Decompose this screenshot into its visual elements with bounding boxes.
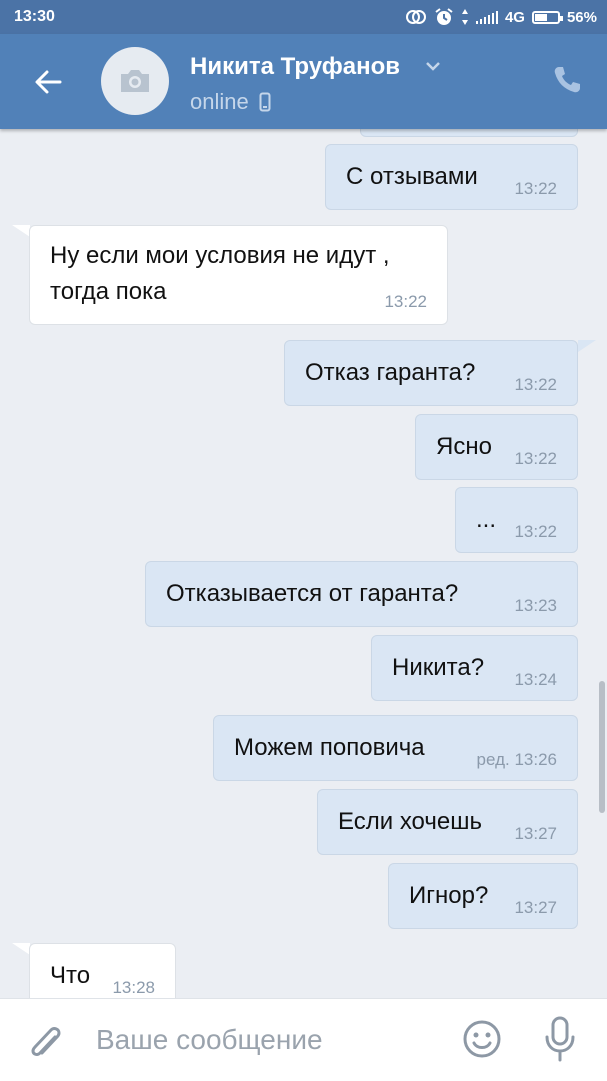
message-time: 13:27 bbox=[514, 824, 557, 843]
message-input[interactable] bbox=[96, 1019, 436, 1061]
network-type: 4G bbox=[504, 8, 525, 26]
emoji-icon[interactable] bbox=[462, 1019, 502, 1059]
message-bubble-outgoing[interactable]: Игнор? 13:27 bbox=[388, 863, 578, 929]
message-bubble-outgoing[interactable]: Можем поповича ред. 13:26 bbox=[213, 715, 578, 781]
message-text: Отказывается от гаранта? bbox=[166, 580, 459, 607]
message-bubble-outgoing[interactable]: С отзывами 13:22 bbox=[325, 144, 578, 210]
battery-percent: 56% bbox=[566, 8, 597, 26]
data-transfer-icon bbox=[461, 9, 468, 25]
microphone-icon[interactable] bbox=[542, 1015, 578, 1063]
chat-header: Никита Труфанов online bbox=[0, 34, 607, 129]
message-bubble-outgoing[interactable]: Никита? 13:24 bbox=[371, 635, 578, 701]
message-list[interactable]: С отзывами 13:22 Ну если мои условия не … bbox=[0, 129, 607, 998]
mobile-icon bbox=[259, 92, 271, 112]
chevron-down-icon[interactable] bbox=[425, 60, 441, 72]
message-text: Ясно bbox=[436, 433, 492, 460]
online-status-text: online bbox=[190, 89, 249, 114]
bubble-tail bbox=[578, 340, 596, 352]
battery-icon bbox=[531, 10, 563, 24]
message-bubble-partial bbox=[360, 129, 578, 137]
attach-icon[interactable] bbox=[26, 1019, 66, 1063]
message-time: 13:22 bbox=[514, 522, 557, 541]
message-bubble-outgoing[interactable]: Отказывается от гаранта? 13:23 bbox=[145, 561, 578, 627]
message-bubble-outgoing[interactable]: Ясно 13:22 bbox=[415, 414, 578, 480]
message-time: 13:22 bbox=[514, 449, 557, 468]
status-icons: 4G 56% bbox=[405, 7, 597, 27]
message-text: Можем поповича bbox=[234, 734, 425, 761]
avatar[interactable] bbox=[101, 47, 169, 115]
message-text: С отзывами bbox=[346, 163, 478, 190]
message-bubble-incoming[interactable]: Что 13:28 bbox=[29, 943, 176, 998]
message-bubble-outgoing[interactable]: Отказ гаранта? 13:22 bbox=[284, 340, 578, 406]
message-composer bbox=[0, 998, 607, 1081]
message-time-edited: ред. 13:26 bbox=[476, 750, 557, 769]
message-bubble-outgoing[interactable]: Если хочешь 13:27 bbox=[317, 789, 578, 855]
message-text: Отказ гаранта? bbox=[305, 359, 476, 386]
status-bar: 13:30 4G 56% bbox=[0, 0, 607, 34]
message-time: 13:22 bbox=[514, 375, 557, 394]
message-time: 13:22 bbox=[384, 292, 427, 311]
message-time: 13:24 bbox=[514, 670, 557, 689]
message-text: Что bbox=[50, 962, 91, 989]
message-bubble-outgoing[interactable]: ... 13:22 bbox=[455, 487, 578, 553]
message-time: 13:27 bbox=[514, 898, 557, 917]
message-text: ... bbox=[476, 506, 497, 533]
message-text: Игнор? bbox=[409, 882, 489, 909]
message-text-line-1: Ну если мои условия не идут , bbox=[50, 242, 390, 269]
message-time: 13:23 bbox=[514, 596, 557, 615]
status-time: 13:30 bbox=[14, 8, 55, 25]
signal-icon bbox=[475, 10, 498, 24]
bubble-tail bbox=[12, 225, 30, 237]
phone-icon[interactable] bbox=[551, 64, 583, 96]
message-text: Если хочешь bbox=[338, 808, 482, 835]
message-time: 13:28 bbox=[112, 978, 155, 997]
camera-icon bbox=[121, 70, 149, 92]
scrollbar[interactable] bbox=[599, 681, 605, 813]
online-status: online bbox=[190, 89, 271, 115]
alarm-icon bbox=[435, 8, 453, 25]
bubble-tail bbox=[12, 943, 30, 955]
contact-name[interactable]: Никита Труфанов bbox=[190, 53, 400, 81]
message-text: Никита? bbox=[392, 654, 485, 681]
message-text-line-2: тогда пока bbox=[50, 278, 167, 305]
back-arrow-icon[interactable] bbox=[30, 64, 66, 100]
sync-icon bbox=[405, 10, 426, 24]
message-time: 13:22 bbox=[514, 179, 557, 198]
message-bubble-incoming[interactable]: Ну если мои условия не идут , тогда пока… bbox=[29, 225, 448, 325]
